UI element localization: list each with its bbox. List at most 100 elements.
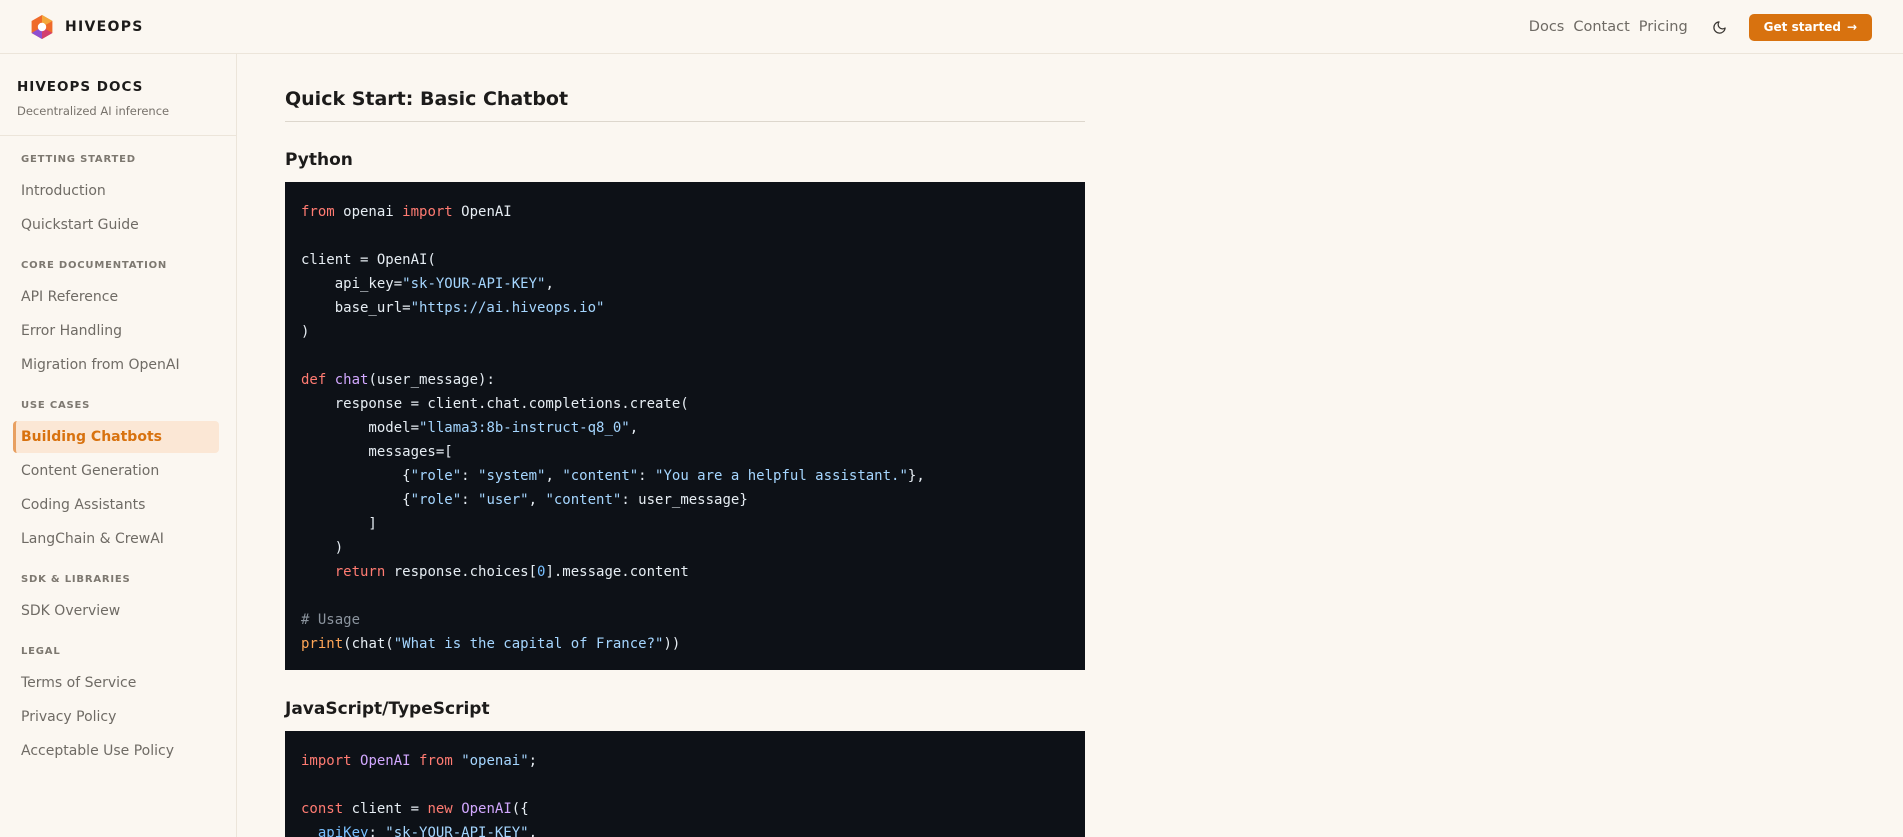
- code-line: def chat(user_message):: [301, 368, 1069, 392]
- sidebar-item-list: Introduction Quickstart Guide: [0, 175, 236, 241]
- moon-icon: [1713, 20, 1726, 34]
- code-line: apiKey: "sk-YOUR-API-KEY",: [301, 821, 1069, 837]
- sidebar-item-content-generation[interactable]: Content Generation: [13, 455, 219, 487]
- code-token: ;: [528, 753, 538, 769]
- javascript-code-block[interactable]: import OpenAI from "openai"; const clien…: [285, 731, 1085, 837]
- sidebar-sections: GETTING STARTED Introduction Quickstart Gu…: [0, 136, 236, 767]
- code-line: api_key="sk-YOUR-API-KEY",: [301, 272, 1069, 296]
- nav-link-contact[interactable]: Contact: [1573, 19, 1629, 35]
- brand[interactable]: HIVEOPS: [29, 14, 144, 40]
- sidebar-title: HIVEOPS DOCS: [17, 79, 144, 95]
- code-token: ,: [545, 276, 554, 292]
- code-token: "role": [410, 492, 462, 508]
- code-token: ].message.content: [545, 564, 689, 580]
- code-token: ,: [528, 492, 546, 508]
- code-token: base_url=: [301, 300, 411, 316]
- sidebar-subtitle: Decentralized AI inference: [17, 104, 170, 118]
- code-token: return: [334, 564, 386, 580]
- code-token: ): [301, 540, 344, 556]
- sidebar-item-privacy-policy[interactable]: Privacy Policy: [13, 701, 219, 733]
- sidebar-item-terms-of-service[interactable]: Terms of Service: [13, 667, 219, 699]
- code-token: import: [301, 753, 352, 769]
- docs-sidebar: HIVEOPS DOCS Decentralized AI inference …: [0, 54, 237, 837]
- code-line: const client = new OpenAI({: [301, 797, 1069, 821]
- code-token: response = client.chat.completions.creat…: [301, 396, 689, 412]
- code-line: return response.choices[0].message.conte…: [301, 560, 1069, 584]
- code-token: import: [402, 204, 453, 220]
- sidebar-item-coding-assistants[interactable]: Coding Assistants: [13, 489, 219, 521]
- code-token: client =: [343, 801, 428, 817]
- arrow-right-icon: →: [1846, 20, 1857, 34]
- get-started-button[interactable]: Get started →: [1748, 13, 1872, 41]
- code-token: "You are a helpful assistant.": [655, 468, 908, 484]
- code-token: # Usage: [301, 612, 361, 628]
- code-token: },: [907, 468, 925, 484]
- brand-name: HIVEOPS: [65, 18, 144, 35]
- code-line: {"role": "user", "content": user_message…: [301, 488, 1069, 512]
- code-token: OpenAI: [461, 801, 512, 817]
- nav-link-pricing[interactable]: Pricing: [1639, 19, 1688, 35]
- code-token: :: [461, 492, 479, 508]
- code-token: "llama3:8b-instruct-q8_0": [419, 420, 630, 436]
- code-token: ,: [545, 468, 563, 484]
- code-token: api_key=: [301, 276, 403, 292]
- code-line: ): [301, 320, 1069, 344]
- code-token: "role": [410, 468, 462, 484]
- code-token: "system": [478, 468, 546, 484]
- code-token: model=: [301, 420, 420, 436]
- get-started-label: Get started: [1763, 20, 1841, 34]
- code-token: "What is the capital of France?": [393, 636, 664, 652]
- code-line: ): [301, 536, 1069, 560]
- code-token: chat: [334, 372, 369, 388]
- code-token: {: [301, 492, 411, 508]
- nav-link-docs[interactable]: Docs: [1529, 19, 1565, 35]
- sidebar-item-list: Building Chatbots Content Generation Codin…: [0, 421, 236, 555]
- sidebar-header: HIVEOPS DOCS Decentralized AI inference: [0, 54, 236, 136]
- code-token: "openai": [461, 753, 529, 769]
- sidebar-section-title: USE CASES: [21, 400, 91, 411]
- sidebar-item-error-handling[interactable]: Error Handling: [13, 315, 219, 347]
- code-token: OpenAI: [452, 204, 512, 220]
- code-line: ]: [301, 512, 1069, 536]
- code-token: (user_message):: [368, 372, 495, 388]
- code-line: client = OpenAI(: [301, 248, 1069, 272]
- code-token: "https://ai.hiveops.io": [410, 300, 605, 316]
- sidebar-item-quickstart-guide[interactable]: Quickstart Guide: [13, 209, 219, 241]
- code-token: : user_message}: [621, 492, 748, 508]
- hive-logo-icon: [31, 14, 53, 39]
- code-token: OpenAI: [360, 753, 411, 769]
- code-token: ]: [301, 516, 377, 532]
- sidebar-item-langchain-crewai[interactable]: LangChain & CrewAI: [13, 523, 219, 555]
- top-navigation-bar: HIVEOPS Docs Contact Pricing Get started…: [0, 0, 1903, 54]
- sidebar-item-building-chatbots[interactable]: Building Chatbots: [13, 421, 219, 453]
- sidebar-section-title: CORE DOCUMENTATION: [21, 260, 168, 271]
- top-nav: Docs Contact Pricing Get started →: [1529, 0, 1872, 54]
- sidebar-item-api-reference[interactable]: API Reference: [13, 281, 219, 313]
- theme-toggle-button[interactable]: [1710, 17, 1730, 37]
- sidebar-item-acceptable-use-policy[interactable]: Acceptable Use Policy: [13, 735, 219, 767]
- code-token: :: [368, 825, 386, 837]
- code-token: {: [301, 468, 411, 484]
- code-line: print(chat("What is the capital of Franc…: [301, 632, 1069, 656]
- python-code-block[interactable]: from openai import OpenAI client = OpenA…: [285, 182, 1085, 670]
- code-line: base_url="https://ai.hiveops.io": [301, 296, 1069, 320]
- sidebar-section-title: SDK & LIBRARIES: [21, 574, 131, 585]
- code-token: const: [301, 801, 344, 817]
- sidebar-item-sdk-overview[interactable]: SDK Overview: [13, 595, 219, 627]
- sidebar-item-migration-from-openai[interactable]: Migration from OpenAI: [13, 349, 219, 381]
- main-content: Quick Start: Basic Chatbot Python from o…: [285, 54, 1085, 837]
- code-token: "sk-YOUR-API-KEY": [385, 825, 529, 837]
- code-line: {"role": "system", "content": "You are a…: [301, 464, 1069, 488]
- sidebar-item-introduction[interactable]: Introduction: [13, 175, 219, 207]
- javascript-heading: JavaScript/TypeScript: [285, 699, 490, 719]
